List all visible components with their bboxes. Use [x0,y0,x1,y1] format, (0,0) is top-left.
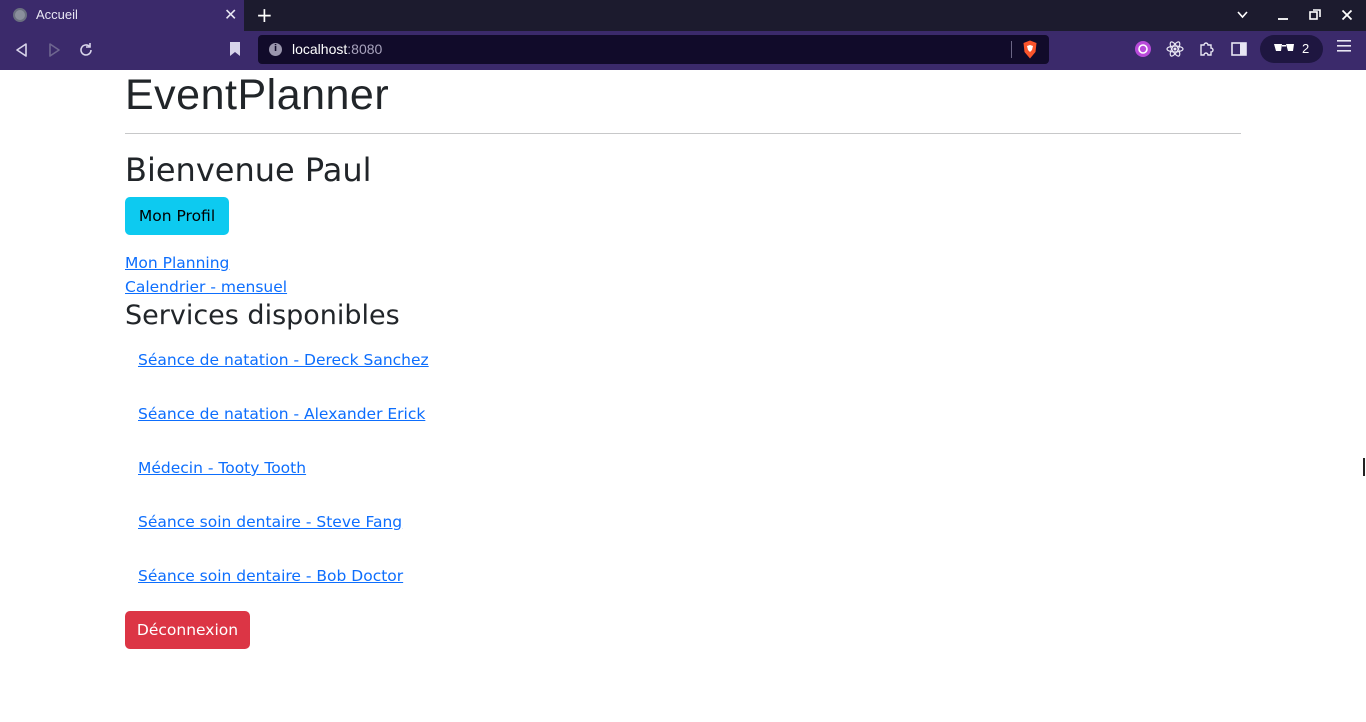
tab-strip: Accueil ✕ + [0,0,1366,31]
window-close-icon[interactable] [1341,9,1353,21]
tab-title: Accueil [36,7,78,22]
text-cursor [1363,458,1365,476]
welcome-heading: Bienvenue Paul [125,151,372,189]
react-devtools-icon[interactable] [1166,40,1184,58]
maximize-icon[interactable] [1309,9,1321,21]
app-title: EventPlanner [125,71,390,119]
profile-button[interactable]: Mon Profil [125,197,229,235]
brave-shield-icon[interactable] [1022,40,1038,59]
divider [125,133,1241,134]
services-heading: Services disponibles [125,300,400,331]
puzzle-icon[interactable] [1198,40,1216,58]
service-link[interactable]: Séance soin dentaire - Steve Fang [138,511,402,533]
url-host: localhost [292,41,348,57]
url-text[interactable]: localhost:8080 [292,41,382,57]
tab-close-icon[interactable]: ✕ [224,5,237,25]
planning-link[interactable]: Mon Planning [125,252,229,274]
globe-icon [13,8,27,22]
new-tab-button[interactable]: + [256,3,273,27]
tab-accueil[interactable]: Accueil ✕ [0,0,244,31]
bookmark-icon[interactable] [229,41,241,57]
address-bar[interactable]: i localhost:8080 [258,35,1049,64]
logout-button[interactable]: Déconnexion [125,611,250,649]
url-separator [1011,41,1012,58]
wallet-button[interactable]: 2 [1260,35,1323,63]
sidebar-icon[interactable] [1230,40,1248,58]
url-port: :8080 [347,41,383,57]
service-link[interactable]: Séance soin dentaire - Bob Doctor [138,565,403,587]
hamburger-menu-icon[interactable] [1336,39,1352,53]
browser-toolbar: i localhost:8080 2 [0,31,1366,70]
minimize-icon[interactable] [1277,10,1289,22]
info-icon[interactable]: i [269,43,282,56]
service-link[interactable]: Séance de natation - Dereck Sanchez [138,349,429,371]
back-icon[interactable] [12,40,32,60]
reload-icon[interactable] [76,40,96,60]
wallet-icon [1274,44,1294,51]
extension-purple-icon[interactable] [1134,40,1152,58]
calendar-link[interactable]: Calendrier - mensuel [125,276,287,298]
tab-list-chevron-icon[interactable] [1236,8,1249,21]
wallet-count: 2 [1302,41,1310,56]
service-link[interactable]: Séance de natation - Alexander Erick [138,403,425,425]
service-link[interactable]: Médecin - Tooty Tooth [138,457,306,479]
forward-icon[interactable] [44,40,64,60]
